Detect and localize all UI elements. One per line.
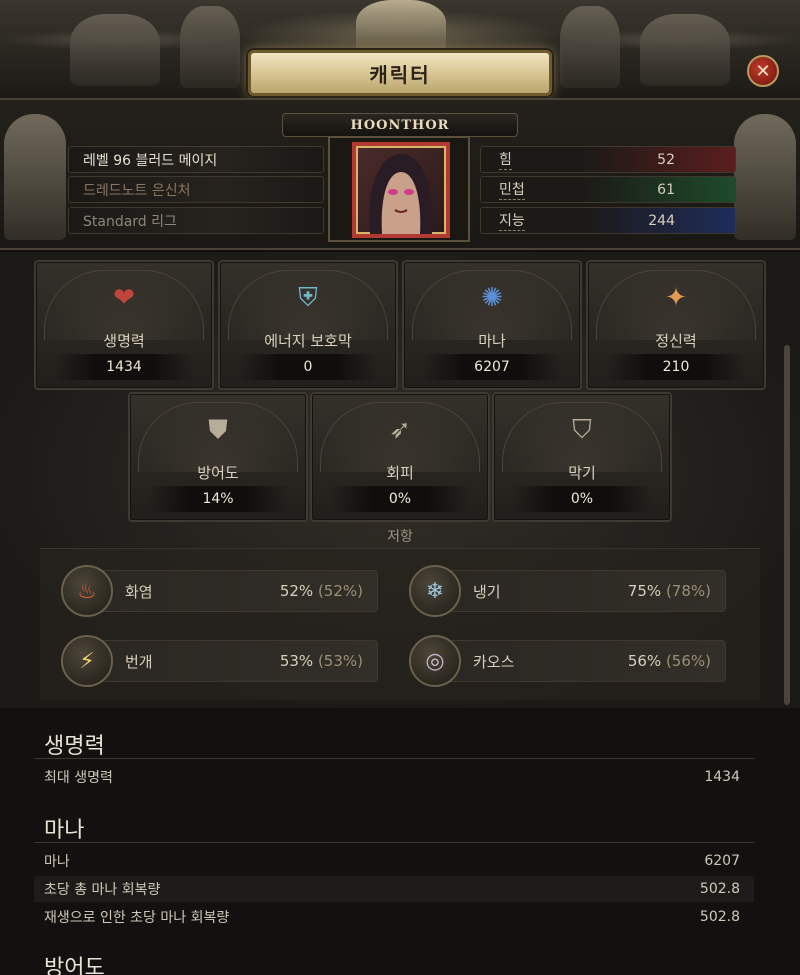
resistance-label: 번개 xyxy=(125,652,153,671)
stat-card-block[interactable]: ⛉ 막기 0% xyxy=(492,392,672,522)
character-league: Standard 리그 xyxy=(68,207,324,234)
attribute-row-dex: 민첩 61 xyxy=(480,176,736,203)
detail-value: 6207 xyxy=(704,853,740,869)
resistance-value: 53% (53%) xyxy=(279,652,363,670)
stat-card-value: 0% xyxy=(329,486,471,512)
resistance-label: 화염 xyxy=(125,582,153,601)
resistance-value: 75% (78%) xyxy=(627,582,711,600)
stat-card-label: 마나 xyxy=(478,332,506,350)
attribute-value: 52 xyxy=(657,151,675,168)
detail-row: 최대 생명력 1434 xyxy=(34,764,754,790)
character-name: HOONTHOR xyxy=(282,113,518,137)
stat-card-value: 6207 xyxy=(421,354,563,380)
statue-right-decoration xyxy=(734,114,796,240)
angel-right-decoration xyxy=(560,6,620,88)
angel-left-decoration xyxy=(180,6,240,88)
stat-card-armour[interactable]: ⛊ 방어도 14% xyxy=(128,392,308,522)
stat-card-value: 210 xyxy=(605,354,747,380)
stat-card-life[interactable]: ❤ 생명력 1434 xyxy=(34,260,214,390)
portrait-face-icon xyxy=(369,154,433,234)
attribute-row-int: 지능 244 xyxy=(480,207,736,234)
attribute-label[interactable]: 지능 xyxy=(499,210,525,231)
stat-card-value: 14% xyxy=(147,486,289,512)
character-hideout: 드레드노트 은신처 xyxy=(68,176,324,203)
detail-value: 1434 xyxy=(704,769,740,785)
armour-icon: ⛊ xyxy=(208,414,228,445)
stat-card-spirit[interactable]: ✦ 정신력 210 xyxy=(586,260,766,390)
attribute-label[interactable]: 힘 xyxy=(499,149,512,170)
cold-icon: ❄ xyxy=(409,565,461,617)
window-title-plate: 캐릭터 xyxy=(248,50,552,96)
spirit-icon: ✦ xyxy=(665,283,687,313)
resistances-title: 저항 xyxy=(387,529,413,545)
close-icon: ✕ xyxy=(755,60,771,82)
stat-card-energy-shield[interactable]: ⛨ 에너지 보호막 0 xyxy=(218,260,398,390)
energy-shield-icon: ⛨ xyxy=(298,282,318,313)
window-title: 캐릭터 xyxy=(369,62,431,87)
portrait-frame xyxy=(352,142,450,238)
detail-row: 재생으로 인한 초당 마나 회복량 502.8 xyxy=(34,904,754,930)
fire-icon: ♨ xyxy=(61,565,113,617)
resistance-value: 56% (56%) xyxy=(627,652,711,670)
scrollbar[interactable] xyxy=(784,345,790,705)
stat-card-value: 0% xyxy=(511,486,653,512)
divider xyxy=(34,842,754,843)
detail-label: 최대 생명력 xyxy=(44,770,113,786)
stat-card-label: 회피 xyxy=(386,464,414,482)
attribute-row-str: 힘 52 xyxy=(480,146,736,173)
stat-card-label: 방어도 xyxy=(197,464,239,482)
detail-value: 502.8 xyxy=(699,881,740,897)
attribute-label[interactable]: 민첩 xyxy=(499,179,525,200)
stat-card-label: 막기 xyxy=(568,464,596,482)
mana-icon: ✺ xyxy=(481,283,503,313)
detail-label: 마나 xyxy=(44,854,70,870)
detail-row: 초당 총 마나 회복량 502.8 xyxy=(34,876,754,902)
detail-label: 재생으로 인한 초당 마나 회복량 xyxy=(44,910,230,926)
stat-card-evasion[interactable]: ➶ 회피 0% xyxy=(310,392,490,522)
resistance-lightning[interactable]: ⚡ 번개 53% (53%) xyxy=(61,635,378,687)
detail-value: 502.8 xyxy=(699,909,740,925)
resistance-value: 52% (52%) xyxy=(279,582,363,600)
character-level-class: 레벨 96 블러드 메이지 xyxy=(68,146,324,173)
resistance-label: 카오스 xyxy=(473,652,515,671)
section-heading-armour: 방어도 xyxy=(44,956,105,975)
stat-card-label: 생명력 xyxy=(103,332,145,350)
hooded-figure-decoration xyxy=(356,0,446,56)
resistance-cold[interactable]: ❄ 냉기 75% (78%) xyxy=(409,565,726,617)
resistance-chaos[interactable]: ◎ 카오스 56% (56%) xyxy=(409,635,726,687)
evasion-icon: ➶ xyxy=(389,415,411,445)
heart-icon: ❤ xyxy=(113,283,135,313)
statue-left-decoration xyxy=(4,114,66,240)
gargoyle-right-decoration xyxy=(640,14,730,86)
stat-card-label: 정신력 xyxy=(655,332,697,350)
stat-card-label: 에너지 보호막 xyxy=(264,332,352,350)
close-button[interactable]: ✕ xyxy=(747,55,779,87)
section-heading-mana: 마나 xyxy=(44,818,85,843)
stat-card-value: 1434 xyxy=(53,354,195,380)
detail-label: 초당 총 마나 회복량 xyxy=(44,882,161,898)
lightning-icon: ⚡ xyxy=(61,635,113,687)
stat-card-value: 0 xyxy=(237,354,379,380)
resistance-fire[interactable]: ♨ 화염 52% (52%) xyxy=(61,565,378,617)
section-heading-life: 생명력 xyxy=(44,734,105,759)
attribute-value: 244 xyxy=(648,212,675,229)
attribute-value: 61 xyxy=(657,181,675,198)
detail-row: 마나 6207 xyxy=(34,848,754,874)
divider xyxy=(34,758,754,759)
gargoyle-left-decoration xyxy=(70,14,160,86)
chaos-icon: ◎ xyxy=(409,635,461,687)
block-icon: ⛉ xyxy=(572,414,592,445)
character-portrait xyxy=(328,136,470,242)
stat-card-mana[interactable]: ✺ 마나 6207 xyxy=(402,260,582,390)
resistance-label: 냉기 xyxy=(473,582,501,601)
